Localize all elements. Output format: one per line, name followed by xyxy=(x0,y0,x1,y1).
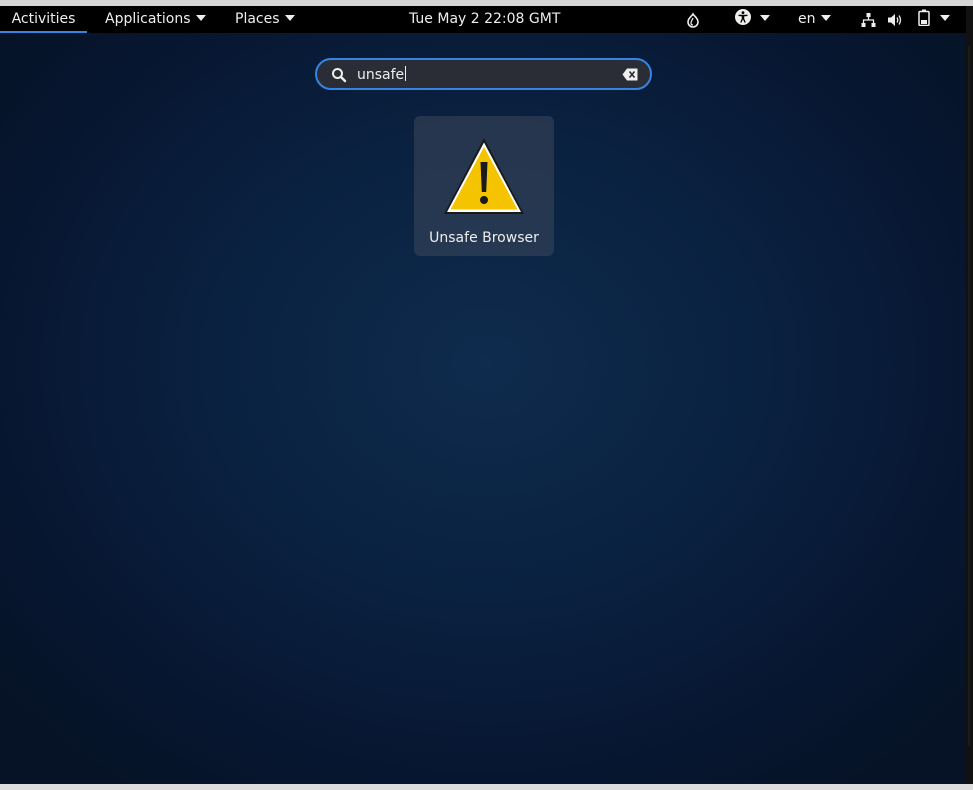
chevron-down-icon xyxy=(940,15,950,21)
app-label: Unsafe Browser xyxy=(429,230,539,246)
battery-icon xyxy=(918,9,930,27)
clock[interactable]: Tue May 2 22:08 GMT xyxy=(409,6,560,33)
chevron-down-icon xyxy=(195,15,206,21)
places-label: Places xyxy=(235,11,280,27)
system-menu[interactable] xyxy=(918,6,950,33)
top-bar: Activities Applications Places Tue May 2… xyxy=(0,6,966,33)
text-caret xyxy=(405,66,407,81)
volume-icon[interactable] xyxy=(887,12,904,28)
chevron-down-icon xyxy=(820,15,831,21)
warning-icon xyxy=(444,138,524,214)
app-result-unsafe-browser[interactable]: Unsafe Browser xyxy=(414,116,554,256)
window-edge xyxy=(966,6,973,790)
search-field[interactable]: unsafe xyxy=(315,58,652,90)
search-icon xyxy=(332,68,347,83)
network-icon[interactable] xyxy=(861,12,876,28)
applications-label: Applications xyxy=(105,11,191,27)
bottom-edge xyxy=(0,784,973,790)
accessibility-menu[interactable] xyxy=(734,6,770,33)
applications-menu[interactable]: Applications xyxy=(105,6,206,33)
search-input[interactable]: unsafe xyxy=(357,66,407,83)
chevron-down-icon xyxy=(760,15,770,21)
language-label: en xyxy=(798,11,816,27)
places-menu[interactable]: Places xyxy=(235,6,295,33)
tor-onion-icon[interactable] xyxy=(685,12,701,28)
chevron-down-icon xyxy=(284,15,295,21)
language-menu[interactable]: en xyxy=(798,6,831,33)
accessibility-icon xyxy=(735,9,751,25)
activities-button[interactable]: Activities xyxy=(0,6,87,33)
search-value: unsafe xyxy=(357,67,405,83)
clear-search-icon[interactable] xyxy=(622,68,638,81)
